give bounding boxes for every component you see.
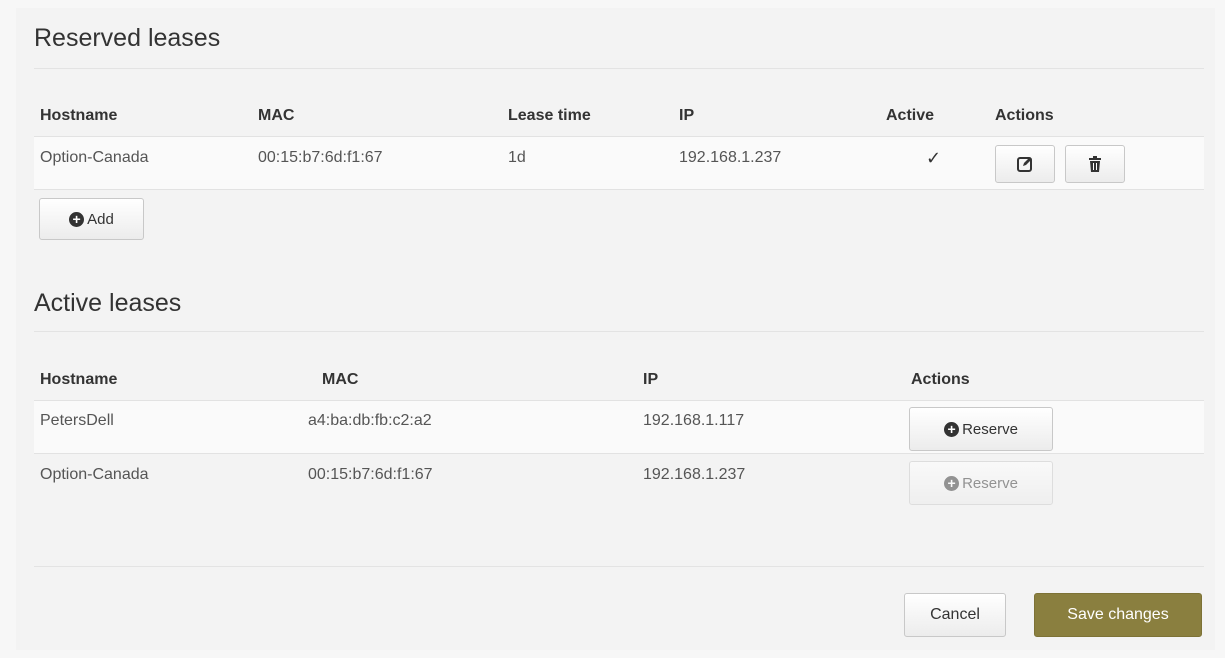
reserve-label: Reserve <box>962 474 1018 492</box>
reserved-lease-time: 1d <box>508 149 526 166</box>
active-hostname: Option-Canada <box>40 466 149 483</box>
col-header-hostname: Hostname <box>40 107 118 124</box>
plus-circle-icon: + <box>944 475 960 491</box>
reserved-hostname: Option-Canada <box>40 149 149 166</box>
active-ip: 192.168.1.117 <box>643 412 745 429</box>
add-label: Add <box>87 210 114 228</box>
col-header-hostname: Hostname <box>40 371 118 388</box>
delete-button[interactable] <box>1065 145 1125 183</box>
save-changes-button[interactable]: Save changes <box>1034 593 1202 637</box>
col-header-ip: IP <box>643 371 659 388</box>
active-mac: 00:15:b7:6d:f1:67 <box>308 466 433 483</box>
add-lease-button[interactable]: + Add <box>39 198 144 240</box>
cancel-button[interactable]: Cancel <box>904 593 1006 637</box>
edit-button[interactable] <box>995 145 1055 183</box>
edit-icon <box>1017 157 1032 172</box>
active-leases-title: Active leases <box>34 289 182 317</box>
active-hostname: PetersDell <box>40 412 114 429</box>
col-header-ip: IP <box>679 107 695 124</box>
col-header-actions: Actions <box>911 371 970 388</box>
active-check-icon: ✓ <box>926 148 942 168</box>
active-mac: a4:ba:db:fb:c2:a2 <box>308 412 432 429</box>
plus-circle-icon: + <box>944 421 960 437</box>
trash-icon <box>1089 156 1101 172</box>
divider <box>34 331 1204 332</box>
leases-panel <box>16 8 1215 650</box>
col-header-lease-time: Lease time <box>508 107 591 124</box>
col-header-actions: Actions <box>995 107 1054 124</box>
footer-divider <box>34 566 1204 567</box>
active-ip: 192.168.1.237 <box>643 466 746 483</box>
col-header-mac: MAC <box>322 371 359 388</box>
reserved-mac: 00:15:b7:6d:f1:67 <box>258 149 383 166</box>
col-header-active: Active <box>886 107 935 124</box>
reserve-button-disabled[interactable]: + Reserve <box>909 461 1053 505</box>
reserve-label: Reserve <box>962 420 1018 438</box>
divider <box>34 68 1204 69</box>
col-header-mac: MAC <box>258 107 295 124</box>
reserve-button[interactable]: + Reserve <box>909 407 1053 451</box>
reserved-leases-title: Reserved leases <box>34 24 221 52</box>
plus-circle-icon: + <box>69 211 85 227</box>
reserved-ip: 192.168.1.237 <box>679 149 782 166</box>
